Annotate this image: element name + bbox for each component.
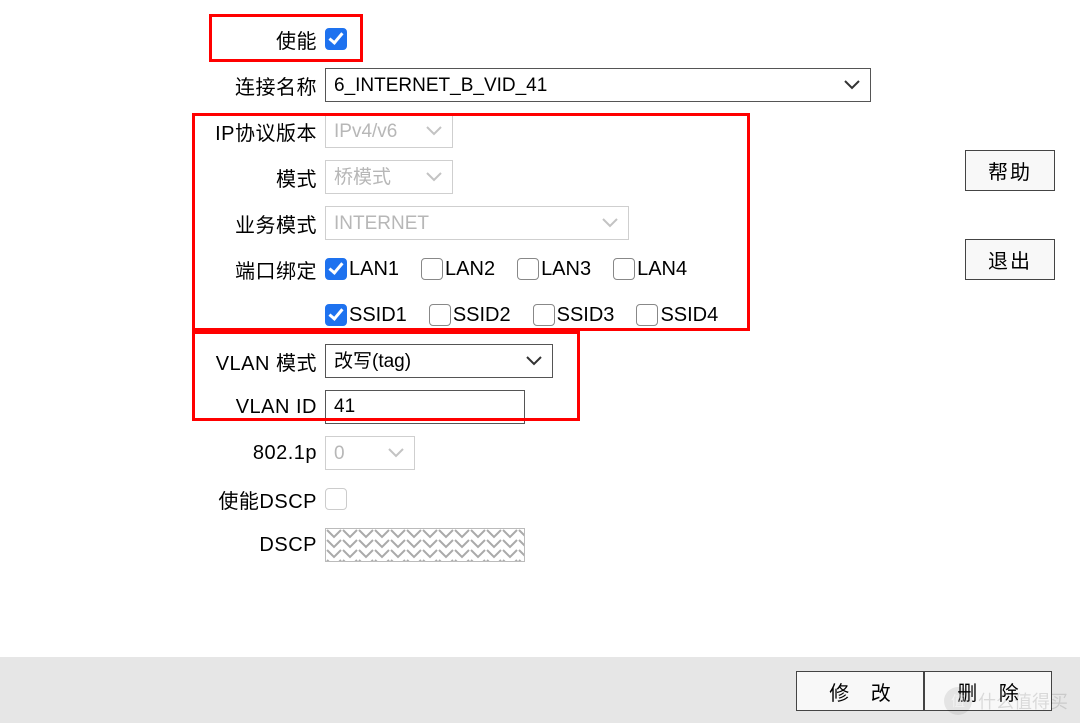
label-enable-dscp: 使能DSCP	[0, 485, 325, 514]
checkbox-ssid1[interactable]	[325, 304, 347, 326]
select-vlan-mode[interactable]: 改写(tag)	[325, 344, 553, 378]
label-lan1: LAN1	[349, 258, 399, 281]
label-ssid3: SSID3	[557, 304, 615, 327]
label-conn-name: 连接名称	[0, 71, 325, 100]
label-vlan-mode: VLAN 模式	[0, 347, 325, 376]
checkbox-ssid3[interactable]	[533, 304, 555, 326]
input-dscp[interactable]	[325, 528, 525, 562]
checkbox-lan4[interactable]	[613, 258, 635, 280]
input-vlan-id[interactable]	[325, 390, 525, 424]
row-biz-mode: 业务模式 INTERNET	[0, 206, 880, 240]
label-8021p: 802.1p	[0, 442, 325, 465]
label-mode: 模式	[0, 163, 325, 192]
label-ssid2: SSID2	[453, 304, 511, 327]
row-enable: 使能	[0, 22, 880, 56]
checkbox-lan3[interactable]	[517, 258, 539, 280]
label-ssid1: SSID1	[349, 304, 407, 327]
select-ip-proto: IPv4/v6	[325, 114, 453, 148]
row-ip-proto: IP协议版本 IPv4/v6	[0, 114, 880, 148]
label-lan4: LAN4	[637, 258, 687, 281]
help-button[interactable]: 帮助	[965, 150, 1055, 191]
row-8021p: 802.1p 0	[0, 436, 880, 470]
form-area: 使能 连接名称 6_INTERNET_B_VID_41 IP协议版本 IPv4/…	[0, 22, 880, 574]
select-conn-name[interactable]: 6_INTERNET_B_VID_41	[325, 68, 871, 102]
label-lan2: LAN2	[445, 258, 495, 281]
checkbox-ssid2[interactable]	[429, 304, 451, 326]
label-biz-mode: 业务模式	[0, 209, 325, 238]
label-ssid4: SSID4	[660, 304, 718, 327]
label-port-bind: 端口绑定	[0, 255, 325, 284]
delete-button[interactable]: 删 除	[924, 671, 1052, 711]
modify-button[interactable]: 修 改	[796, 671, 924, 711]
checkbox-enable-dscp[interactable]	[325, 488, 347, 510]
checkbox-enable[interactable]	[325, 28, 347, 50]
checkbox-ssid4[interactable]	[636, 304, 658, 326]
row-vlan-mode: VLAN 模式 改写(tag)	[0, 344, 880, 378]
label-dscp: DSCP	[0, 534, 325, 557]
label-ip-proto: IP协议版本	[0, 117, 325, 146]
select-mode: 桥模式	[325, 160, 453, 194]
row-dscp: DSCP	[0, 528, 880, 562]
row-port-bind-ssid: SSID1 SSID2 SSID3 SSID4	[0, 298, 880, 332]
select-8021p: 0	[325, 436, 415, 470]
exit-button[interactable]: 退出	[965, 239, 1055, 280]
select-biz-mode: INTERNET	[325, 206, 629, 240]
label-lan3: LAN3	[541, 258, 591, 281]
row-enable-dscp: 使能DSCP	[0, 482, 880, 516]
row-mode: 模式 桥模式	[0, 160, 880, 194]
checkbox-lan1[interactable]	[325, 258, 347, 280]
row-vlan-id: VLAN ID	[0, 390, 880, 424]
row-port-bind-lan: 端口绑定 LAN1 LAN2 LAN3 LAN4	[0, 252, 880, 286]
row-conn-name: 连接名称 6_INTERNET_B_VID_41	[0, 68, 880, 102]
label-enable: 使能	[0, 25, 325, 54]
side-buttons: 帮助 退出	[965, 150, 1055, 280]
footer: 修 改 删 除 值 什么值得买	[0, 657, 1080, 723]
label-vlan-id: VLAN ID	[0, 396, 325, 419]
checkbox-lan2[interactable]	[421, 258, 443, 280]
